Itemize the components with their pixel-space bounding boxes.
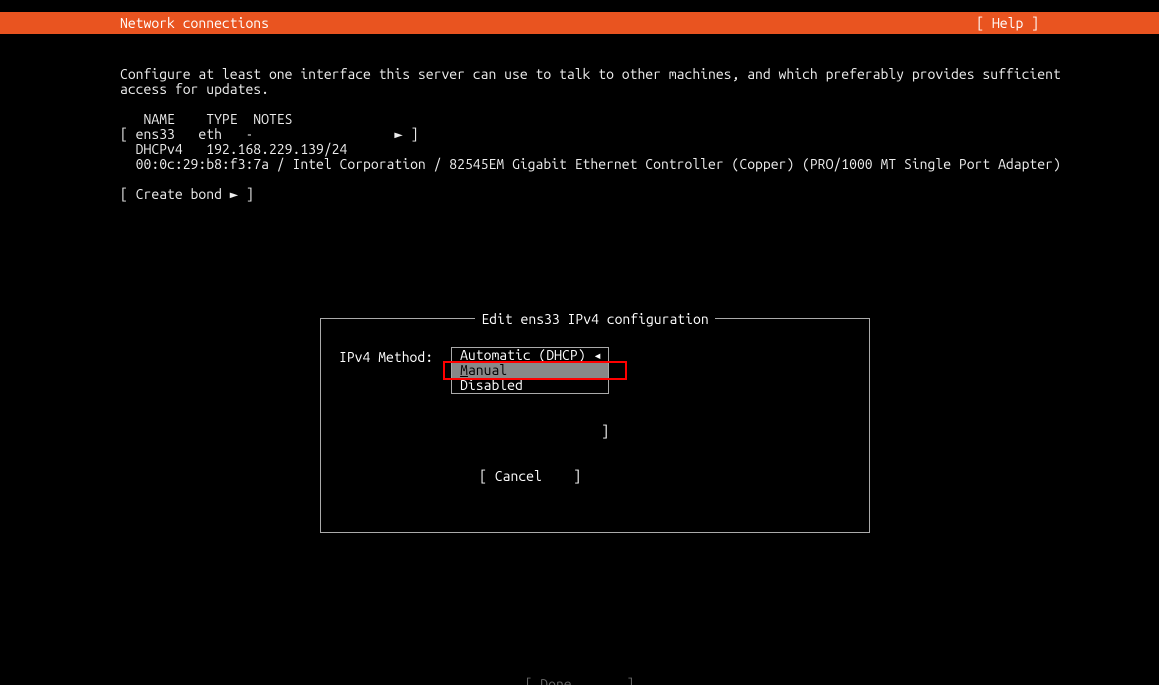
option-manual-text: anual [468,362,507,378]
dialog-body: IPv4 Method: Automatic (DHCP) ◂ Manual D… [339,347,851,514]
main-content: Configure at least one interface this se… [0,34,1159,202]
option-automatic[interactable]: Automatic (DHCP) ◂ [452,348,608,363]
option-manual[interactable]: Manual [452,363,608,378]
interface-row[interactable]: [ ens33 eth - ► ] [120,126,419,142]
table-header: NAME TYPE NOTES [120,111,292,127]
description-text: Configure at least one interface this se… [120,66,1061,97]
dhcp-info: DHCPv4 192.168.229.139/24 [120,141,347,157]
dialog-buttons: ] [ Cancel ] [451,394,609,514]
help-button[interactable]: [ Help ] [976,15,1039,31]
create-bond-button[interactable]: [ Create bond ► ] [120,186,254,202]
option-disabled[interactable]: Disabled [452,378,608,393]
edit-ipv4-dialog: Edit ens33 IPv4 configuration IPv4 Metho… [320,318,870,533]
header-bar: Network connections [ Help ] [0,12,1159,34]
ipv4-method-dropdown[interactable]: Automatic (DHCP) ◂ Manual Disabled [451,347,609,394]
hardware-info: 00:0c:29:b8:f3:7a / Intel Corporation / … [120,156,1061,172]
option-manual-accel: M [460,362,468,378]
top-black-bar [0,0,1159,12]
cancel-button[interactable]: [ Cancel ] [451,469,609,484]
dialog-title-row: Edit ens33 IPv4 configuration [321,311,869,327]
save-button-partial[interactable]: ] [451,424,609,439]
ipv4-method-label: IPv4 Method: [339,347,433,514]
done-button[interactable]: [ Done ] [0,677,1159,685]
page-title: Network connections [120,15,269,31]
dialog-title: Edit ens33 IPv4 configuration [475,311,714,327]
